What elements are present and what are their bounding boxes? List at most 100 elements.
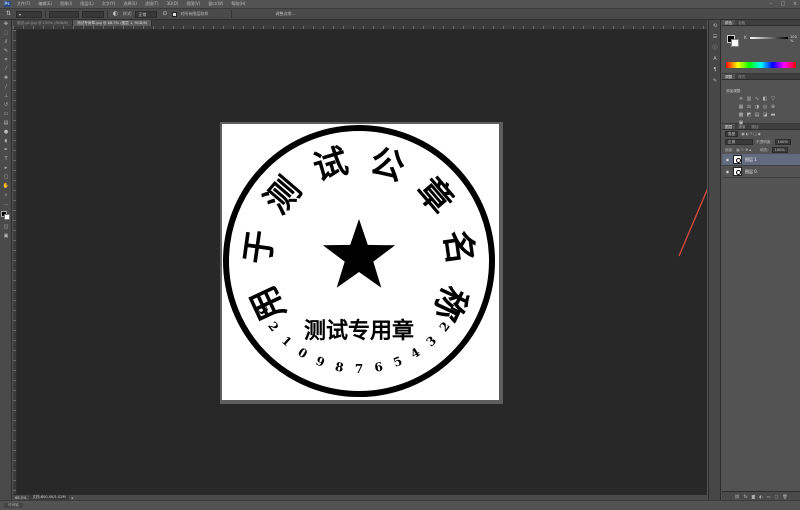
eraser-tool-icon[interactable]: ▭ bbox=[2, 111, 10, 118]
menu-edit[interactable]: 编辑(E) bbox=[35, 0, 57, 8]
adjustment-layer-icon[interactable]: ◐ bbox=[759, 494, 763, 499]
color-balance-icon[interactable]: ⚖ bbox=[746, 104, 752, 110]
pen-tool-icon[interactable]: ✒ bbox=[2, 147, 10, 154]
tab-layers[interactable]: 图层 bbox=[722, 124, 736, 129]
character-icon[interactable]: A bbox=[711, 56, 719, 63]
type-tool-icon[interactable]: T bbox=[2, 156, 10, 163]
mask-icon[interactable]: ◙ bbox=[751, 494, 755, 499]
style-dropdown[interactable]: 正常 bbox=[135, 10, 158, 18]
marquee-tool-icon[interactable]: ⬚ bbox=[2, 30, 10, 37]
quick-select-tool-icon[interactable]: ✎ bbox=[2, 48, 10, 55]
menu-select[interactable]: 选择(S) bbox=[120, 0, 142, 8]
curves-icon[interactable]: ∿ bbox=[754, 96, 760, 102]
history-brush-icon[interactable]: ↺ bbox=[2, 102, 10, 109]
size-dropdown[interactable] bbox=[49, 10, 79, 18]
tab-color[interactable]: 颜色 bbox=[722, 20, 736, 25]
hand-tool-icon[interactable]: ✋ bbox=[2, 183, 10, 190]
layer-name[interactable]: 图层 0 bbox=[745, 169, 757, 175]
visibility-eye-icon[interactable]: ◉ bbox=[725, 169, 730, 174]
k-value[interactable]: 100 % bbox=[790, 35, 800, 43]
menu-type[interactable]: 文字(Y) bbox=[99, 0, 121, 8]
posterize-icon[interactable]: ▤ bbox=[754, 112, 760, 118]
menu-file[interactable]: 文件(F) bbox=[14, 0, 35, 8]
brush-panel-icon[interactable]: ✎ bbox=[711, 78, 719, 85]
channel-mixer-icon[interactable]: ⊕ bbox=[770, 104, 776, 110]
menu-3d[interactable]: 3D(D) bbox=[164, 0, 184, 8]
crop-tool-icon[interactable]: ⌗ bbox=[2, 57, 10, 64]
fx-icon[interactable]: fx bbox=[744, 494, 748, 499]
screen-mode-icon[interactable]: ▣ bbox=[2, 233, 10, 240]
link-layers-icon[interactable]: ⛓ bbox=[735, 494, 740, 499]
paragraph-icon[interactable]: ¶ bbox=[711, 67, 719, 74]
tab-styles[interactable]: 样式 bbox=[735, 74, 748, 79]
pressure-icon[interactable]: ⊙ bbox=[160, 10, 169, 18]
color-spectrum[interactable] bbox=[726, 62, 796, 68]
layer-kind-dropdown[interactable]: 类型 bbox=[725, 131, 739, 137]
menu-window[interactable]: 窗口(W) bbox=[205, 0, 228, 8]
invert-icon[interactable]: ◩ bbox=[746, 112, 752, 118]
brush-settings-icon[interactable]: ◐ bbox=[111, 10, 120, 18]
lasso-tool-icon[interactable]: ℓ bbox=[2, 39, 10, 46]
dodge-tool-icon[interactable]: ◖ bbox=[2, 138, 10, 145]
threshold-icon[interactable]: ◪ bbox=[762, 112, 768, 118]
color-panel-background[interactable] bbox=[731, 39, 739, 47]
tab-swatches[interactable]: 色板 bbox=[735, 20, 748, 25]
background-color[interactable] bbox=[4, 214, 10, 220]
opacity-input[interactable]: 100% bbox=[774, 139, 791, 145]
healing-tool-icon[interactable]: ✚ bbox=[2, 75, 10, 82]
bw-icon[interactable]: ◑ bbox=[754, 104, 760, 110]
menu-help[interactable]: 帮助(H) bbox=[228, 0, 250, 8]
canvas-area[interactable]: 用于测试公章名称 测试专用章 1234567890123 bbox=[17, 30, 707, 494]
menu-image[interactable]: 图像(I) bbox=[57, 0, 77, 8]
status-arrow-icon[interactable]: ▸ bbox=[72, 496, 74, 500]
brightness-icon[interactable]: ☀ bbox=[738, 96, 744, 102]
tab-adjustments[interactable]: 调整 bbox=[722, 74, 736, 79]
gradient-map-icon[interactable]: ▬ bbox=[770, 112, 776, 118]
layer-row[interactable]: ◉ 图层 1 bbox=[722, 154, 800, 166]
eyedropper-tool-icon[interactable]: ⁄ bbox=[2, 66, 10, 73]
menu-layer[interactable]: 图层(L) bbox=[77, 0, 98, 8]
move-tool-icon[interactable]: ✥ bbox=[2, 21, 10, 28]
stamp-tool-icon[interactable]: ⊥ bbox=[2, 93, 10, 100]
zoom-level[interactable]: 68.5% bbox=[15, 496, 26, 500]
shape-tool-icon[interactable]: ▢ bbox=[2, 174, 10, 181]
gradient-tool-icon[interactable]: ▤ bbox=[2, 120, 10, 127]
levels-icon[interactable]: ▥ bbox=[746, 96, 752, 102]
lock-icons[interactable]: ▦ ✎ ✥ 🔒︎ bbox=[736, 148, 751, 152]
minimize-icon[interactable]: – bbox=[768, 1, 774, 7]
layer-row[interactable]: ◉ 图层 0 bbox=[722, 166, 800, 178]
color-swatches[interactable] bbox=[1, 211, 11, 221]
menu-view[interactable]: 视图(V) bbox=[183, 0, 205, 8]
info-icon[interactable]: ⓘ bbox=[711, 45, 719, 52]
quick-select-icon[interactable]: ⇅ bbox=[4, 10, 13, 18]
quick-mask-icon[interactable]: ◫ bbox=[2, 224, 10, 231]
blend-mode-dropdown[interactable]: 正常 bbox=[725, 139, 753, 145]
path-select-icon[interactable]: ▸ bbox=[2, 165, 10, 172]
blur-tool-icon[interactable]: ● bbox=[2, 129, 10, 136]
zoom-tool-icon[interactable]: ⌕ bbox=[2, 192, 10, 199]
refine-edge-button[interactable]: 调整边缘... bbox=[275, 11, 295, 17]
timeline-tab[interactable]: 时间轴 bbox=[4, 503, 23, 508]
exposure-icon[interactable]: ◧ bbox=[762, 96, 768, 102]
document-canvas[interactable]: 用于测试公章名称 测试专用章 1234567890123 bbox=[222, 124, 499, 400]
vibrance-icon[interactable]: ▽ bbox=[770, 96, 776, 102]
history-icon[interactable]: ⟲ bbox=[711, 23, 719, 30]
more-tools-icon[interactable]: … bbox=[2, 201, 10, 208]
selective-color-icon[interactable]: ▣ bbox=[738, 120, 744, 126]
filter-icons[interactable]: ▣ ◐ T ▢ ◆ bbox=[741, 132, 760, 136]
new-layer-icon[interactable]: ▢ bbox=[775, 494, 779, 499]
sample-all-layers-checkbox[interactable] bbox=[172, 11, 178, 17]
fill-input[interactable]: 100% bbox=[771, 147, 788, 153]
close-icon[interactable]: × bbox=[792, 1, 798, 7]
group-icon[interactable]: ▭ bbox=[767, 494, 771, 499]
delete-layer-icon[interactable]: 🗑︎ bbox=[782, 494, 787, 499]
properties-icon[interactable]: ☰ bbox=[711, 34, 719, 41]
maximize-icon[interactable]: □ bbox=[780, 1, 786, 7]
mode-dropdown[interactable] bbox=[82, 10, 104, 18]
brush-tool-icon[interactable]: ∕ bbox=[2, 84, 10, 91]
preset-dropdown[interactable]: ▾ bbox=[16, 10, 42, 18]
visibility-eye-icon[interactable]: ◉ bbox=[725, 157, 730, 162]
menu-filter[interactable]: 滤镜(T) bbox=[142, 0, 164, 8]
layer-name[interactable]: 图层 1 bbox=[745, 157, 757, 163]
k-slider[interactable] bbox=[750, 37, 788, 39]
